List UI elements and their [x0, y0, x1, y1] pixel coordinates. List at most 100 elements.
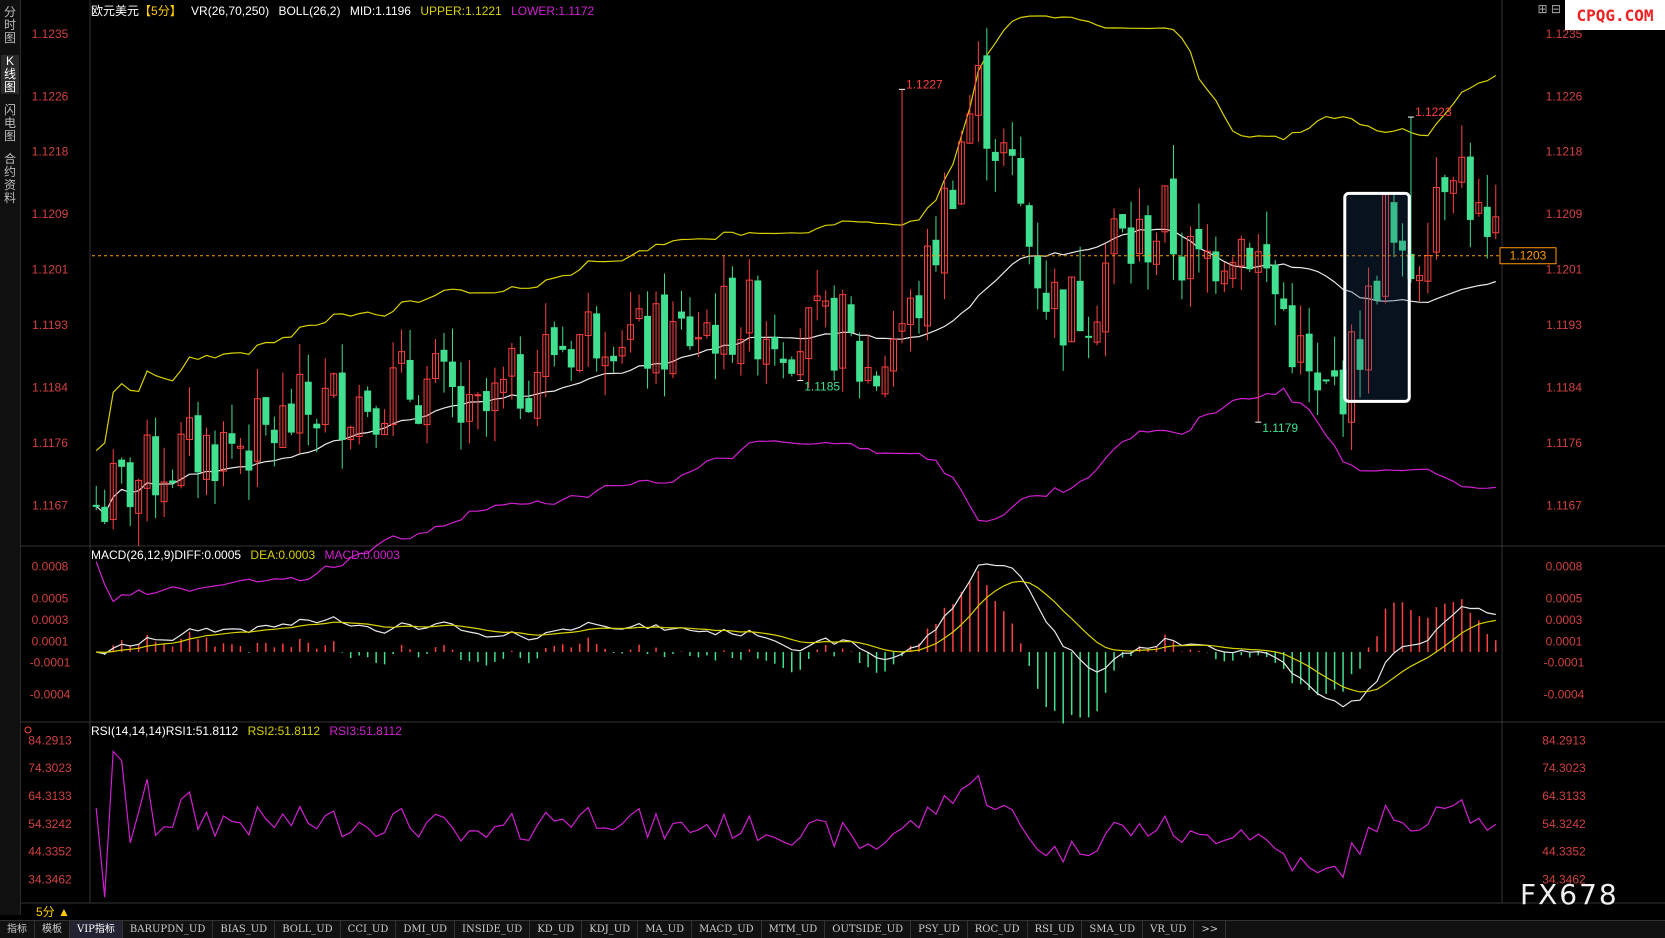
symbol-name: 欧元美元 — [91, 4, 140, 18]
candle-body — [1127, 227, 1135, 264]
price-tick-left: 1.1167 — [32, 498, 68, 512]
candle-body — [1263, 244, 1271, 269]
rsi1-value: RSI1:51.8112 — [165, 724, 239, 738]
bottom-tab-rsi-ud[interactable]: RSI_UD — [1028, 921, 1083, 938]
candle-body — [1178, 256, 1186, 281]
candle-body — [856, 340, 864, 382]
candle-body — [1042, 292, 1050, 312]
candle-body — [1288, 305, 1296, 368]
macd-tick-left: -0.0001 — [30, 656, 71, 670]
candle-body — [830, 297, 838, 371]
price-tick-right: 1.1226 — [1546, 89, 1583, 103]
candle-body — [262, 397, 270, 425]
side-tab-contract[interactable]: 合约资料 — [1, 153, 19, 205]
bottom-tab-inside-ud[interactable]: INSIDE_UD — [455, 921, 531, 938]
rsi-tick-left: 84.2913 — [28, 733, 72, 747]
extreme-label-1-1179: 1.1179 — [1262, 421, 1298, 435]
candle-body — [304, 381, 312, 415]
rsi-label: RSI(14,14,14) — [91, 724, 166, 738]
candle-body — [779, 358, 787, 363]
bottom-tab-psy-ud[interactable]: PSY_UD — [911, 921, 968, 938]
extreme-label-1-1223: 1.1223 — [1415, 105, 1452, 119]
bottom-tab-ma-ud[interactable]: MA_UD — [638, 921, 693, 938]
bottom-tab-boll-ud[interactable]: BOLL_UD — [275, 921, 341, 938]
rsi-tick-left: 54.3242 — [28, 817, 72, 831]
macd-tick-left: -0.0004 — [30, 688, 71, 702]
rsi-tick-right: 84.2913 — [1542, 733, 1586, 747]
candle-body — [1059, 289, 1067, 346]
bottom-tab-kdj-ud[interactable]: KDJ_UD — [582, 921, 639, 938]
bottom-tab-vip-[interactable]: VIP指标 — [70, 921, 123, 938]
bottom-tab-mtm-ud[interactable]: MTM_UD — [762, 921, 826, 938]
bottom-tab--[interactable]: 模板 — [35, 921, 70, 938]
rsi-tick-left: 74.3023 — [28, 761, 72, 775]
candle-body — [610, 355, 618, 362]
chart-canvas[interactable]: 1.1235 1.12351.1226 1.12261.1218 1.12181.12… — [20, 0, 1665, 918]
macd-diff-line — [96, 563, 1496, 708]
candle-body — [101, 506, 109, 522]
rsi-header: RSI(14,14,14)RSI1:51.8112 RSI2:51.8112 R… — [91, 724, 408, 738]
bottom-tab-dmi-ud[interactable]: DMI_UD — [396, 921, 456, 938]
candle-body — [915, 295, 923, 319]
candle-body — [364, 390, 372, 412]
macd-value: MACD:0.0003 — [324, 548, 400, 562]
candle-body — [152, 436, 160, 496]
candle-body — [550, 327, 558, 356]
side-tab-kline[interactable]: K线图 — [1, 55, 19, 94]
candle-body — [1025, 205, 1033, 247]
extreme-label-1-1185: 1.1185 — [804, 380, 840, 394]
candle-body — [313, 423, 321, 429]
bottom-tab-outside-ud[interactable]: OUTSIDE_UD — [825, 921, 912, 938]
rsi-tick-right: 64.3133 — [1542, 789, 1586, 803]
bottom-tab-sma-ud[interactable]: SMA_UD — [1082, 921, 1144, 938]
period-tag: 【5分】 — [139, 4, 182, 18]
price-tick-left: 1.1218 — [32, 145, 69, 159]
bottom-tab-vr-ud[interactable]: VR_UD — [1143, 921, 1195, 938]
candle-body — [228, 433, 236, 444]
window-controls[interactable]: ⊞ ⊟ — [1538, 2, 1561, 16]
macd-dea-line — [96, 580, 1496, 693]
candle-body — [1246, 247, 1254, 270]
period-button[interactable]: 5分 ▲ — [36, 903, 70, 920]
candle-body — [194, 415, 202, 473]
bottom-tab-macd-ud[interactable]: MACD_UD — [692, 921, 762, 938]
candle-body — [1212, 251, 1220, 282]
bottom-tab-barupdn-ud[interactable]: BARUPDN_UD — [123, 921, 214, 938]
macd-tick-right: 0.0003 — [1546, 613, 1583, 627]
candle-body — [1034, 256, 1042, 289]
rsi-tick-right: 74.3023 — [1542, 761, 1586, 775]
side-tab-flash[interactable]: 闪电图 — [1, 104, 19, 143]
price-tick-left: 1.1184 — [32, 380, 68, 394]
candle-body — [1076, 280, 1084, 332]
boll-upper: UPPER:1.1221 — [420, 4, 502, 18]
candle-body — [1017, 157, 1025, 204]
candle-body — [661, 294, 668, 370]
candle-body — [406, 359, 414, 400]
price-tick-right: 1.1209 — [1546, 207, 1583, 221]
bottom-tab-bias-ud[interactable]: BIAS_UD — [213, 921, 276, 938]
macd-diff: DIFF:0.0005 — [174, 548, 242, 562]
candle-body — [449, 361, 456, 388]
bottom-tab-kd-ud[interactable]: KD_UD — [530, 921, 583, 938]
candle-body — [932, 239, 940, 266]
bottom-tab-roc-ud[interactable]: ROC_UD — [968, 921, 1028, 938]
candle-body — [678, 311, 685, 319]
candle-body — [949, 189, 957, 210]
price-tick-right: 1.1201 — [1546, 263, 1583, 277]
bottom-tab--[interactable]: >> — [1194, 921, 1227, 938]
candle-body — [1322, 379, 1330, 382]
bottom-tab-cci-ud[interactable]: CCI_UD — [341, 921, 397, 938]
rsi-tick-right: 44.3352 — [1542, 845, 1586, 859]
candle-body — [1119, 214, 1127, 229]
macd-tick-left: 0.0008 — [32, 560, 69, 574]
rsi-tick-left: 44.3352 — [28, 845, 72, 859]
price-tick-left: 1.1209 — [32, 207, 69, 221]
candle-body — [118, 459, 126, 467]
macd-tick-right: 0.0005 — [1546, 592, 1583, 606]
bottom-tab--[interactable]: 指标 — [0, 921, 35, 938]
price-tick-right: 1.1167 — [1546, 498, 1582, 512]
candle-body — [440, 349, 448, 362]
bottom-indicator-bar: 指标 模板 VIP指标 BARUPDN_UD BIAS_UD BOLL_UD CCI_UD D… — [0, 920, 1665, 938]
boll-mid-line — [95, 228, 1496, 515]
side-tab-timeshare[interactable]: 分时图 — [1, 6, 19, 45]
